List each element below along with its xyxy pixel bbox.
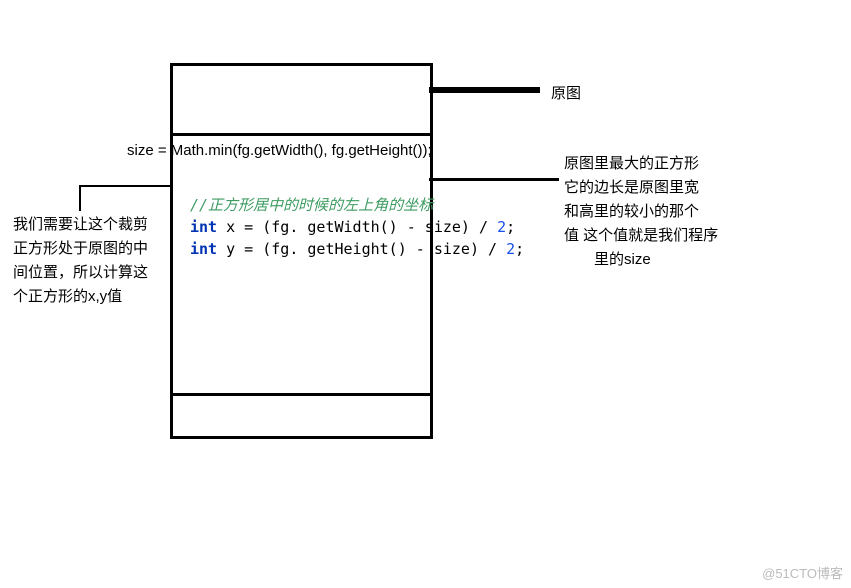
note-right-l3: 和高里的较小的那个	[564, 200, 718, 224]
square-crop-rect	[170, 133, 433, 396]
size-call: Math.min(fg.getWidth(), fg.getHeight());	[171, 142, 432, 159]
y-semi: ;	[515, 240, 524, 258]
y-expr: y = (fg. getHeight() - size) /	[217, 240, 506, 258]
x-semi: ;	[506, 218, 515, 236]
note-right-l5: 里的size	[564, 248, 718, 272]
note-right: 原图里最大的正方形 它的边长是原图里宽 和高里的较小的那个 值 这个值就是我们程…	[564, 152, 718, 272]
size-prefix: size =	[127, 142, 171, 159]
label-original-image: 原图	[551, 82, 581, 103]
pointer-line-left-v	[79, 185, 81, 211]
watermark: @51CTO博客	[762, 563, 843, 582]
x-num: 2	[497, 218, 506, 236]
code-comment: //正方形居中的时候的左上角的坐标	[190, 196, 433, 214]
note-left-l3: 间位置，所以计算这	[13, 261, 148, 285]
note-left-l1: 我们需要让这个裁剪	[13, 213, 148, 237]
code-block: //正方形居中的时候的左上角的坐标 int x = (fg. getWidth(…	[190, 194, 524, 260]
note-right-l2: 它的边长是原图里宽	[564, 176, 718, 200]
note-right-l1: 原图里最大的正方形	[564, 152, 718, 176]
pointer-line-original	[429, 87, 540, 93]
note-left-l2: 正方形处于原图的中	[13, 237, 148, 261]
note-left-l4: 个正方形的x,y值	[13, 285, 148, 309]
kw-int-x: int	[190, 218, 217, 236]
x-expr: x = (fg. getWidth() - size) /	[217, 218, 497, 236]
note-right-l4: 值 这个值就是我们程序	[564, 224, 718, 248]
pointer-line-left-h	[80, 185, 172, 187]
kw-int-y: int	[190, 240, 217, 258]
size-formula: size = Math.min(fg.getWidth(), fg.getHei…	[127, 142, 432, 159]
pointer-line-square	[429, 178, 559, 181]
note-left: 我们需要让这个裁剪 正方形处于原图的中 间位置，所以计算这 个正方形的x,y值	[13, 213, 148, 309]
y-num: 2	[506, 240, 515, 258]
